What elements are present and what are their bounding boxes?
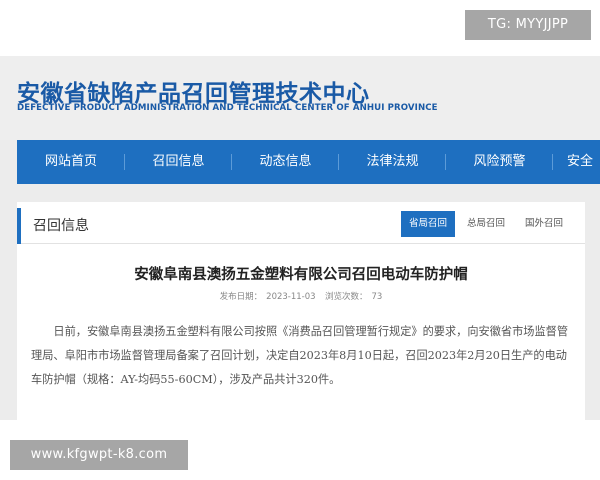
- tab-national-recall[interactable]: 总局召回: [459, 211, 513, 237]
- section-header: 召回信息 省局召回 总局召回 国外召回: [17, 202, 585, 244]
- tab-foreign-recall[interactable]: 国外召回: [517, 211, 571, 237]
- section-tabs: 省局召回 总局召回 国外召回: [400, 211, 571, 237]
- nav-item-label: 安全: [567, 154, 594, 169]
- nav-item-laws[interactable]: 法律法规: [339, 140, 446, 184]
- nav-item-news[interactable]: 动态信息: [232, 140, 339, 184]
- nav-item-label: 动态信息: [259, 154, 312, 169]
- tab-provincial-recall[interactable]: 省局召回: [400, 211, 455, 237]
- nav-item-risk-alert[interactable]: 风险预警: [446, 140, 553, 184]
- publish-date: 2023-11-03: [266, 292, 316, 302]
- article-title: 安徽阜南县澳扬五金塑料有限公司召回电动车防护帽: [134, 267, 468, 283]
- publish-date-label: 发布日期：: [219, 292, 263, 302]
- nav-item-label: 网站首页: [44, 154, 97, 169]
- nav-item-label: 召回信息: [152, 154, 205, 169]
- nav-item-label: 法律法规: [366, 154, 419, 169]
- site-subtitle-en: DEFECTIVE PRODUCT ADMINISTRATION AND TEC…: [17, 103, 438, 113]
- article-meta: 发布日期： 2023-11-03 浏览次数： 73: [17, 290, 585, 302]
- article-body: 日前，安徽阜南县澳扬五金塑料有限公司按照《消费品召回管理暂行规定》的要求，向安徽…: [31, 325, 569, 386]
- content-panel: 召回信息 省局召回 总局召回 国外召回 安徽阜南县澳扬五金塑料有限公司召回电动车…: [17, 202, 585, 420]
- nav-item-label: 风险预警: [473, 154, 526, 169]
- views-label: 浏览次数：: [324, 292, 368, 302]
- section-title: 召回信息: [33, 218, 89, 234]
- watermark-badge-top: TG: MYYJJPP: [465, 10, 591, 40]
- main-nav: 网站首页 召回信息 动态信息 法律法规 风险预警 安全: [17, 140, 600, 184]
- section-accent-bar: [17, 208, 21, 244]
- watermark-badge-bottom: www.kfgwpt-k8.com: [10, 440, 188, 470]
- nav-item-safety[interactable]: 安全: [553, 140, 600, 184]
- nav-item-home[interactable]: 网站首页: [17, 140, 125, 184]
- nav-item-recall-info[interactable]: 召回信息: [125, 140, 232, 184]
- view-count: 73: [371, 292, 383, 302]
